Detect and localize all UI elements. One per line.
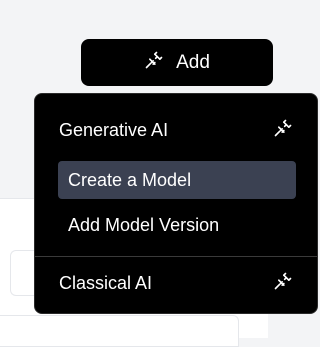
plug-icon — [273, 118, 293, 143]
add-button[interactable]: Add — [81, 39, 273, 86]
section-label: Generative AI — [59, 119, 169, 140]
menu-divider — [35, 256, 317, 257]
menu-item-create-model[interactable]: Create a Model — [58, 161, 296, 199]
menu-item-label: Create a Model — [68, 169, 192, 190]
add-button-label: Add — [176, 51, 210, 73]
partial-card — [0, 315, 239, 347]
menu-section-generative-ai: Generative AI — [59, 115, 293, 145]
plug-icon — [144, 50, 164, 76]
add-dropdown-menu: Generative AI Create a Model Add Model V… — [34, 93, 318, 314]
section-label: Classical AI — [59, 272, 153, 293]
menu-item-add-model-version[interactable]: Add Model Version — [58, 206, 296, 244]
plug-icon — [273, 271, 293, 296]
menu-item-label: Add Model Version — [68, 214, 220, 235]
menu-section-classical-ai[interactable]: Classical AI — [59, 268, 293, 298]
